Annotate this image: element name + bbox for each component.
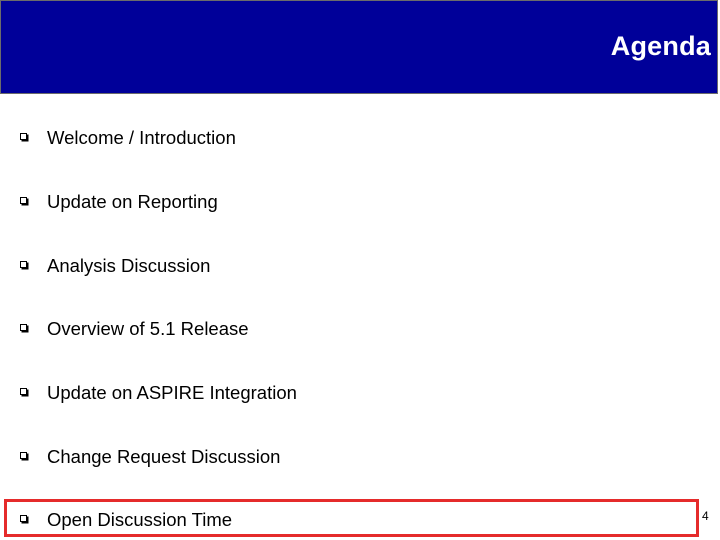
agenda-item: Analysis Discussion	[0, 252, 720, 280]
highlight-box	[4, 499, 699, 537]
page-number: 4	[702, 509, 709, 523]
square-bullet-icon	[20, 324, 27, 331]
agenda-item-label: Welcome / Introduction	[47, 127, 236, 148]
agenda-item: Change Request Discussion	[0, 443, 720, 471]
agenda-item: Update on ASPIRE Integration	[0, 379, 720, 407]
agenda-item-label: Analysis Discussion	[47, 255, 211, 276]
square-bullet-icon	[20, 452, 27, 459]
square-bullet-icon	[20, 261, 27, 268]
agenda-item: Overview of 5.1 Release	[0, 315, 720, 343]
agenda-list: Welcome / Introduction Update on Reporti…	[0, 0, 720, 540]
square-bullet-icon	[20, 388, 27, 395]
square-bullet-icon	[20, 133, 27, 140]
square-bullet-icon	[20, 197, 27, 204]
agenda-item-label: Change Request Discussion	[47, 446, 281, 467]
agenda-item-label: Update on Reporting	[47, 191, 218, 212]
agenda-item: Welcome / Introduction	[0, 124, 720, 152]
agenda-item-label: Overview of 5.1 Release	[47, 318, 249, 339]
agenda-item-label: Update on ASPIRE Integration	[47, 382, 297, 403]
agenda-item: Update on Reporting	[0, 188, 720, 216]
